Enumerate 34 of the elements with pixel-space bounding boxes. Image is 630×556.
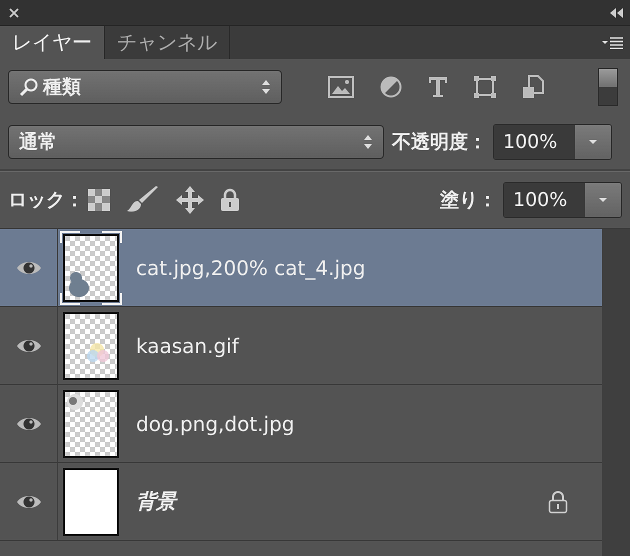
brush-icon[interactable] <box>126 186 160 214</box>
stepper-arrows-icon <box>363 134 373 150</box>
layer-thumbnail <box>63 468 119 536</box>
eye-icon[interactable] <box>16 494 42 510</box>
panel-tab[interactable]: レイヤー <box>0 26 105 59</box>
search-icon <box>19 77 39 97</box>
eye-icon[interactable] <box>16 338 42 354</box>
shape-icon[interactable] <box>474 76 496 98</box>
opacity-label: 不透明度： <box>392 130 487 155</box>
adjustment-icon[interactable] <box>380 76 402 98</box>
panel-menu-icon[interactable] <box>602 36 624 48</box>
blend-mode-dropdown[interactable]: 通常 <box>8 125 384 159</box>
filter-dropdown[interactable]: 種類 <box>8 70 282 104</box>
filter-toggle[interactable] <box>598 68 618 106</box>
smart-object-icon[interactable] <box>522 75 544 99</box>
close-icon[interactable] <box>8 6 20 18</box>
layer-name: cat.jpg,200% cat_4.jpg <box>136 256 366 280</box>
eye-icon[interactable] <box>16 260 42 276</box>
layer-name: kaasan.gif <box>136 334 240 358</box>
fill-label: 塗り： <box>440 188 497 213</box>
layer-row[interactable]: 背景 <box>0 463 602 541</box>
lock-label: ロック： <box>8 188 84 213</box>
layer-row[interactable]: kaasan.gif <box>0 307 602 385</box>
stepper-arrows-icon <box>261 79 271 95</box>
layer-row[interactable]: cat.jpg,200% cat_4.jpg <box>0 229 602 307</box>
layer-name: 背景 <box>136 488 179 515</box>
collapse-icon[interactable] <box>610 8 624 18</box>
eye-icon[interactable] <box>16 416 42 432</box>
image-icon[interactable] <box>328 76 354 98</box>
text-icon[interactable] <box>428 76 448 98</box>
lock-icon[interactable] <box>220 188 240 212</box>
move-icon[interactable] <box>176 186 204 214</box>
layer-row[interactable]: dog.png,dot.jpg <box>0 385 602 463</box>
layer-name: dog.png,dot.jpg <box>136 412 296 436</box>
